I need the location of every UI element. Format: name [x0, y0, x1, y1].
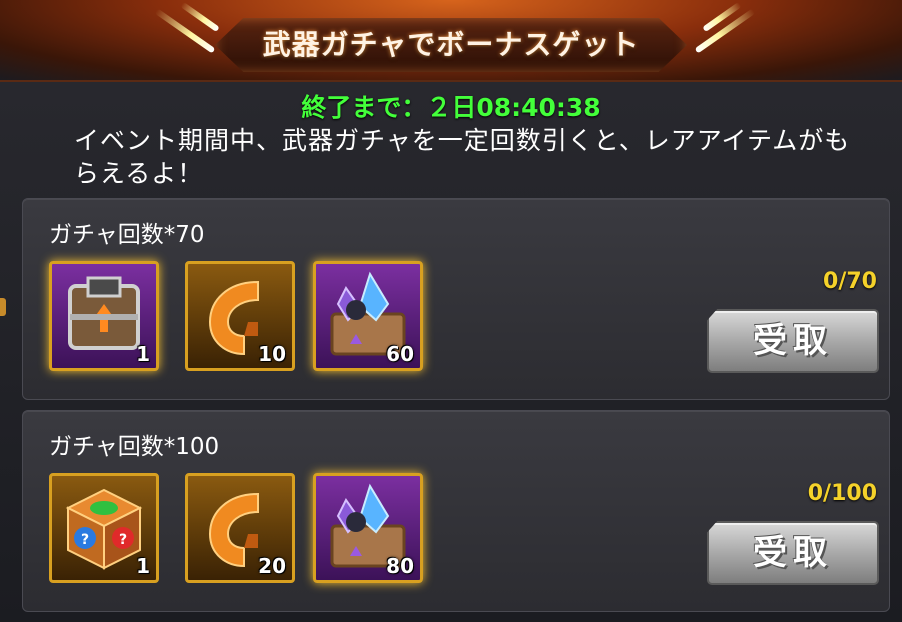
event-panel: 武器ガチャでボーナスゲット 終了まで：２日08:40:38 イベント期間中、武器… — [0, 0, 902, 622]
reward-item[interactable]: 80 — [313, 473, 423, 583]
light-streak — [154, 8, 216, 54]
svg-text:?: ? — [81, 532, 89, 548]
scroll-indicator — [0, 298, 6, 316]
item-count: 60 — [386, 342, 414, 366]
progress-counter: 0/100 — [807, 481, 877, 506]
reward-tier-card: ガチャ回数*100 ? ? 1 20 80 0/100 受取 — [22, 410, 890, 612]
reward-item[interactable]: 60 — [313, 261, 423, 371]
page-title: 武器ガチャでボーナスゲット — [262, 28, 640, 61]
reward-item[interactable]: 20 — [185, 473, 295, 583]
progress-counter: 0/70 — [823, 269, 877, 294]
title-banner: 武器ガチャでボーナスゲット — [0, 0, 902, 82]
item-count: 1 — [136, 342, 150, 366]
claim-button[interactable]: 受取 — [707, 521, 879, 585]
tier-label: ガチャ回数*70 — [49, 222, 205, 248]
countdown-timer: 終了まで：２日08:40:38 — [301, 93, 601, 122]
reward-tier-card: ガチャ回数*70 1 10 60 0/70 受取 — [22, 198, 890, 400]
light-streak — [702, 1, 742, 33]
reward-item[interactable]: 1 — [49, 261, 159, 371]
svg-text:?: ? — [119, 532, 127, 548]
item-count: 1 — [136, 554, 150, 578]
reward-item[interactable]: ? ? 1 — [49, 473, 159, 583]
event-description: イベント期間中、武器ガチャを一定回数引くと、レアアイテムがもらえるよ！ — [74, 126, 851, 188]
reward-item[interactable]: 10 — [185, 261, 295, 371]
claim-button[interactable]: 受取 — [707, 309, 879, 373]
item-count: 10 — [258, 342, 286, 366]
item-count: 80 — [386, 554, 414, 578]
item-count: 20 — [258, 554, 286, 578]
tier-label: ガチャ回数*100 — [49, 434, 220, 460]
